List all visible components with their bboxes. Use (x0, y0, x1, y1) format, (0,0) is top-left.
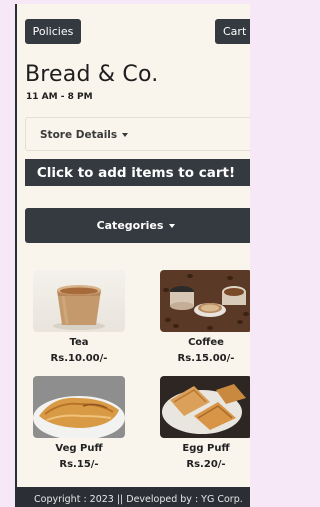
product-card-egg-puff[interactable]: Egg Puff Rs.20/- (160, 376, 250, 472)
policies-button[interactable]: Policies (25, 19, 81, 44)
cart-button[interactable]: Cart (215, 19, 250, 44)
store-details-label: Store Details (40, 129, 118, 141)
product-card-veg-puff[interactable]: Veg Puff Rs.15/- (33, 376, 125, 472)
product-price: Rs.10.00/- (50, 353, 108, 364)
footer: Copyright : 2023 || Developed by : YG Co… (17, 487, 250, 507)
product-price: Rs.15/- (59, 459, 99, 470)
copyright-text: Copyright : 2023 || Developed by : YG Co… (34, 493, 243, 505)
product-name: Egg Puff (182, 443, 230, 454)
store-details-toggle[interactable]: Store Details (40, 129, 129, 141)
caret-down-icon (122, 133, 129, 137)
store-hours: 11 AM - 8 PM (26, 92, 93, 102)
tea-cup-image (33, 270, 125, 332)
add-to-cart-banner[interactable]: Click to add items to cart! (25, 159, 250, 186)
store-details-panel: Store Details (25, 117, 250, 151)
product-card-tea[interactable]: Tea Rs.10.00/- (33, 270, 125, 366)
veg-puff-image (33, 376, 125, 438)
categories-label: Categories (96, 219, 164, 232)
caret-down-icon (169, 223, 176, 228)
product-price: Rs.20/- (186, 459, 226, 470)
categories-dropdown[interactable]: Categories (25, 208, 250, 243)
product-name: Veg Puff (55, 443, 103, 454)
store-name: Bread & Co. (25, 62, 159, 87)
product-name: Coffee (188, 337, 224, 348)
app-frame: Policies Cart Bread & Co. 11 AM - 8 PM S… (15, 4, 250, 507)
product-card-coffee[interactable]: Coffee Rs.15.00/- (160, 270, 250, 366)
product-name: Tea (69, 337, 89, 348)
product-price: Rs.15.00/- (177, 353, 235, 364)
coffee-cups-image (160, 270, 250, 332)
egg-puff-image (160, 376, 250, 438)
